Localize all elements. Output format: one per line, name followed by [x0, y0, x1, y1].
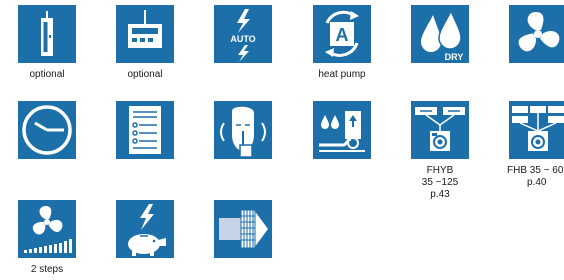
fan-speed-steps-icon: [18, 200, 76, 258]
auto-mode-icon: AUTO: [214, 5, 272, 63]
fan-icon: [509, 5, 564, 63]
caption-fhb: FHB 35 ~ 60 p.40: [507, 165, 564, 188]
dry-label: DRY: [445, 52, 464, 62]
wall-switch-icon: [18, 5, 76, 63]
energy-saving-piggy-icon: [116, 200, 174, 258]
wired-remote-controller-icon: [116, 5, 174, 63]
heat-pump-label: A: [336, 25, 349, 45]
auto-label: AUTO: [230, 34, 255, 44]
caption-wired-remote: optional: [127, 69, 163, 80]
caption-heat-pump: heat pump: [318, 69, 366, 80]
quiet-operation-icon: [214, 101, 272, 159]
caption-wall-switch: optional: [29, 69, 65, 80]
drain-pump-icon: [313, 101, 371, 159]
settings-list-icon: [116, 101, 174, 159]
fhyb-unit-icon: [411, 101, 469, 159]
caption-fhyb: FHYB 35 ~125 p.43: [421, 165, 459, 200]
air-filter-icon: [214, 200, 272, 258]
clock-timer-icon: [18, 101, 76, 159]
fhb-unit-icon: [509, 101, 564, 159]
dry-mode-icon: DRY: [411, 5, 469, 63]
caption-fan-steps: 2 steps: [30, 264, 64, 275]
heat-pump-icon: A: [313, 5, 371, 63]
